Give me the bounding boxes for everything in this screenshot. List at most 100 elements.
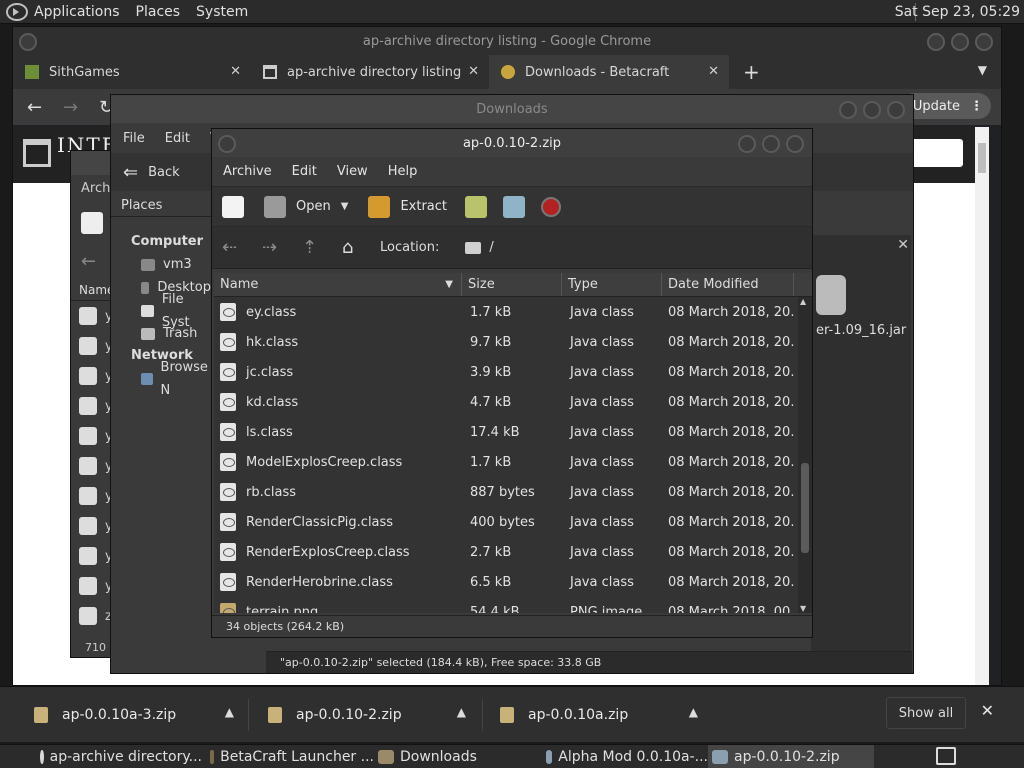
date-column-header[interactable]: Date Modified: [662, 273, 794, 296]
open-dropdown[interactable]: ▼: [341, 201, 349, 212]
tab-ap-archive[interactable]: ap-archive directory listing ✕: [251, 55, 489, 89]
minimize-button[interactable]: [927, 33, 945, 51]
tab-close-icon[interactable]: ✕: [230, 64, 241, 79]
back-arrow-icon[interactable]: ←: [27, 97, 49, 118]
edit-menu[interactable]: Edit: [292, 164, 317, 179]
close-downloads-bar-icon[interactable]: ✕: [981, 701, 994, 720]
tab-search-chevron-icon[interactable]: ▼: [978, 63, 987, 77]
maximize-button[interactable]: [951, 33, 969, 51]
scroll-up-arrow-icon[interactable]: ▲: [800, 297, 806, 306]
close-pane-icon[interactable]: ✕: [897, 237, 909, 253]
stop-button[interactable]: [541, 196, 571, 217]
java-class-file-icon: [220, 393, 236, 411]
task-alpha-mod[interactable]: Alpha Mod 0.0.10a-...: [542, 745, 708, 768]
back-arrow-icon[interactable]: ⇠: [222, 237, 252, 258]
help-menu[interactable]: Help: [388, 164, 418, 179]
type-column-header[interactable]: Type: [562, 273, 662, 296]
table-row[interactable]: ey.class 1.7 kB Java class 08 March 2018, 2…: [214, 297, 798, 327]
place-filesystem[interactable]: File Syst: [111, 292, 211, 330]
scroll-thumb[interactable]: [978, 143, 986, 173]
extract-button[interactable]: Extract: [368, 195, 447, 218]
archive-menu[interactable]: Archive: [223, 164, 272, 179]
open-button[interactable]: Open: [264, 195, 331, 218]
task-betacraft[interactable]: BetaCraft Launcher ...: [206, 745, 374, 768]
clock[interactable]: Sat Sep 23, 05:29: [895, 4, 1020, 20]
task-downloads[interactable]: Downloads: [374, 745, 540, 768]
archive-titlebar[interactable]: ap-0.0.10-2.zip: [212, 129, 812, 157]
scroll-thumb[interactable]: [801, 463, 809, 553]
task-chrome[interactable]: ap-archive directory...: [36, 745, 202, 768]
chrome-titlebar[interactable]: ap-archive directory listing - Google Ch…: [13, 27, 1001, 55]
edit-menu[interactable]: Edit: [165, 131, 190, 146]
table-row[interactable]: terrain.png 54.4 kB PNG image 08 March 2018…: [214, 597, 798, 613]
applications-menu[interactable]: Applications: [34, 4, 120, 20]
task-archive-zip[interactable]: ap-0.0.10-2.zip: [708, 745, 874, 768]
tab-sithgames[interactable]: SithGames ✕: [13, 55, 251, 89]
close-button[interactable]: [975, 33, 993, 51]
computer-header[interactable]: Computer: [111, 231, 211, 253]
location-path[interactable]: /: [489, 240, 493, 255]
back-arrow-icon[interactable]: ⇐: [123, 162, 138, 183]
maximize-button[interactable]: [863, 101, 881, 119]
places-menu[interactable]: Places: [136, 4, 181, 20]
table-row[interactable]: kd.class 4.7 kB Java class 08 March 2018, 2…: [214, 387, 798, 417]
add-folder-button[interactable]: [503, 195, 535, 218]
place-vm3[interactable]: vm3: [111, 253, 211, 276]
show-all-button[interactable]: Show all: [886, 697, 966, 729]
place-browse-network[interactable]: Browse N: [111, 360, 211, 398]
table-row[interactable]: RenderHerobrine.class 6.5 kB Java class 08 …: [214, 567, 798, 597]
maximize-button[interactable]: [762, 135, 780, 153]
chevron-up-icon[interactable]: ▲: [457, 705, 466, 719]
size-column-header[interactable]: Size: [462, 273, 562, 296]
chevron-up-icon[interactable]: ▲: [225, 705, 234, 719]
chevron-down-icon: ▼: [340, 201, 349, 212]
minimize-button[interactable]: [738, 135, 756, 153]
system-menu[interactable]: System: [196, 4, 248, 20]
table-row[interactable]: jc.class 3.9 kB Java class 08 March 2018, 2…: [214, 357, 798, 387]
tab-close-icon[interactable]: ✕: [708, 64, 719, 79]
places-selector[interactable]: Places: [111, 195, 211, 217]
file-size-cell: 1.7 kB: [470, 304, 512, 320]
chevron-up-icon[interactable]: ▲: [689, 705, 698, 719]
show-desktop-icon[interactable]: [936, 747, 956, 765]
minimize-button[interactable]: [839, 101, 857, 119]
page-scrollbar[interactable]: [975, 127, 989, 685]
table-row[interactable]: ls.class 17.4 kB Java class 08 March 2018, …: [214, 417, 798, 447]
table-row[interactable]: rb.class 887 bytes Java class 08 March 2018…: [214, 477, 798, 507]
window-menu-button[interactable]: [19, 33, 37, 51]
file-size-cell: 400 bytes: [470, 514, 535, 530]
name-column-header[interactable]: Name ▼: [214, 273, 462, 296]
update-button[interactable]: Update ⋮: [900, 93, 991, 119]
add-files-button[interactable]: [465, 195, 497, 218]
download-item-ap-0.0.10a-3[interactable]: ap-0.0.10a-3.zip ▲: [34, 697, 234, 733]
forward-arrow-icon[interactable]: ⇢: [262, 237, 292, 258]
jar-file-icon[interactable]: [816, 275, 846, 315]
download-item-ap-0.0.10-2[interactable]: ap-0.0.10-2.zip ▲: [268, 697, 466, 733]
close-button[interactable]: [786, 135, 804, 153]
downloads-titlebar[interactable]: Downloads: [111, 95, 913, 123]
internet-archive-logo-icon[interactable]: [23, 139, 51, 167]
new-archive-button[interactable]: [222, 195, 254, 218]
view-menu[interactable]: View: [337, 164, 368, 179]
up-arrow-icon[interactable]: ⇡: [302, 237, 332, 258]
table-row[interactable]: RenderClassicPig.class 400 bytes Java clas…: [214, 507, 798, 537]
close-button[interactable]: [887, 101, 905, 119]
table-row[interactable]: hk.class 9.7 kB Java class 08 March 2018, 2…: [214, 327, 798, 357]
tab-close-icon[interactable]: ✕: [468, 64, 479, 79]
home-icon[interactable]: ⌂: [342, 237, 372, 258]
tab-downloads-betacraft[interactable]: Downloads - Betacraft ✕: [489, 55, 729, 89]
window-menu-button[interactable]: [218, 135, 236, 153]
kebab-menu-icon[interactable]: ⋮: [970, 99, 983, 114]
back-button[interactable]: Back: [148, 165, 180, 180]
forward-arrow-icon[interactable]: →: [63, 97, 85, 118]
jar-file-label[interactable]: er-1.09_16.jar: [816, 323, 906, 338]
file-menu[interactable]: File: [123, 131, 145, 146]
distro-logo-icon[interactable]: [6, 2, 28, 21]
download-item-ap-0.0.10a[interactable]: ap-0.0.10a.zip ▲: [500, 697, 698, 733]
new-tab-plus-icon[interactable]: +: [743, 60, 760, 84]
list-scrollbar[interactable]: ▲ ▼: [798, 297, 812, 613]
table-row[interactable]: ModelExplosCreep.class 1.7 kB Java class 08…: [214, 447, 798, 477]
scroll-down-arrow-icon[interactable]: ▼: [800, 604, 806, 613]
table-row[interactable]: RenderExplosCreep.class 2.7 kB Java class 0…: [214, 537, 798, 567]
new-archive-icon[interactable]: [81, 212, 103, 234]
